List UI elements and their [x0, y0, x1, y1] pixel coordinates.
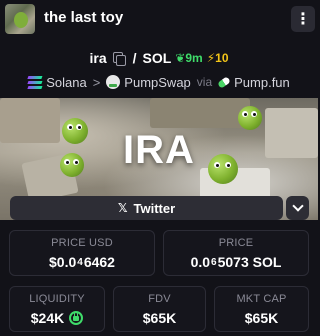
lock-icon[interactable]	[69, 311, 84, 325]
copy-icon[interactable]	[112, 52, 126, 66]
token-avatar	[5, 4, 35, 34]
price-sol-card: PRICE 0.0 6 5073 SOL	[163, 230, 309, 276]
boost-count[interactable]: ⚡10	[207, 51, 229, 65]
liquidity-card: LIQUIDITY $24K	[9, 286, 105, 332]
price-usd-card: PRICE USD $0.0 4 6462	[9, 230, 155, 276]
token-symbol: ira	[89, 50, 107, 66]
frog-figure	[238, 106, 262, 130]
liquidity-value: $24K	[30, 310, 65, 326]
pumpswap-icon	[106, 75, 121, 89]
twitter-label: Twitter	[133, 200, 176, 216]
price-sol-label: PRICE	[218, 237, 254, 249]
solana-icon	[27, 76, 43, 88]
twitter-link-button[interactable]: 𝕏 Twitter	[10, 196, 283, 220]
pair-line: ira / SOL ❦9m ⚡10	[0, 48, 318, 68]
banner-title: IRA	[123, 128, 195, 172]
pumpfun-icon	[217, 75, 232, 89]
x-logo-icon: 𝕏	[117, 201, 128, 215]
mkt-cap-card: MKT CAP $65K	[214, 286, 309, 332]
links-dropdown-button[interactable]	[286, 196, 309, 220]
more-menu-button[interactable]: ⋮	[291, 6, 315, 32]
liquidity-label: LIQUIDITY	[29, 293, 85, 305]
pair-age: ❦9m	[175, 51, 203, 65]
price-sol-value: 0.0 6 5073 SOL	[190, 254, 282, 270]
sprout-icon: ❦	[175, 51, 186, 65]
launchpad-name[interactable]: Pump.fun	[234, 75, 290, 90]
mkt-cap-label: MKT CAP	[236, 293, 287, 305]
chain-name[interactable]: Solana	[46, 75, 86, 90]
via-label: via	[196, 75, 213, 89]
price-usd-value: $0.0 4 6462	[49, 254, 115, 270]
mkt-cap-value: $65K	[244, 310, 279, 326]
chevron-right-icon: >	[92, 74, 101, 90]
quote-symbol: SOL	[142, 50, 172, 66]
token-header: the last toy ⋮	[0, 0, 318, 38]
fdv-label: FDV	[148, 293, 171, 305]
dex-name[interactable]: PumpSwap	[124, 75, 190, 90]
token-name: the last toy	[44, 9, 124, 26]
chain-breadcrumb: Solana > PumpSwap via Pump.fun	[0, 72, 318, 92]
lightning-icon: ⚡	[206, 51, 216, 65]
pair-separator: /	[132, 50, 137, 66]
fdv-value: $65K	[142, 310, 177, 326]
more-vertical-icon: ⋮	[295, 11, 311, 28]
fdv-card: FDV $65K	[113, 286, 206, 332]
price-usd-label: PRICE USD	[51, 237, 113, 249]
